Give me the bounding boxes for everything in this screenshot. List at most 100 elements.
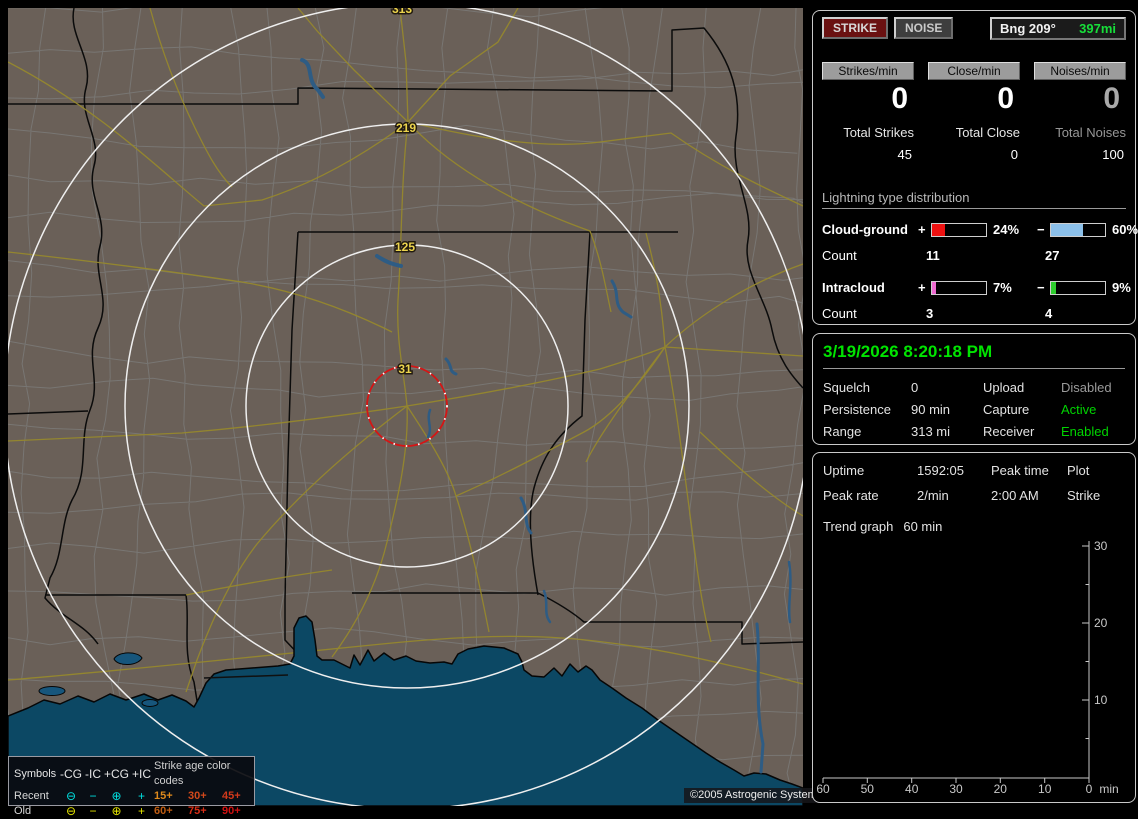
- persistence-label: Persistence: [823, 402, 891, 417]
- count-label: Count: [822, 306, 857, 321]
- negative-cg-count: 27: [1045, 248, 1060, 263]
- svg-text:50: 50: [861, 782, 875, 796]
- ring-label: 125: [395, 240, 415, 254]
- total-noises-value: 100: [1102, 147, 1124, 162]
- positive-ic-bar: [931, 280, 987, 295]
- legend-col-neg-cg: -CG: [60, 766, 82, 781]
- total-strikes-value: 45: [897, 147, 912, 162]
- bearing-value: Bng 209°: [1000, 21, 1056, 36]
- total-close-value: 0: [1010, 147, 1018, 162]
- minus-icon: −: [1037, 280, 1045, 295]
- minus-icon: −: [1037, 222, 1045, 237]
- legend-row-recent: Recent: [14, 790, 49, 802]
- svg-text:60: 60: [816, 782, 830, 796]
- legend-age-header: Strike age color codes: [154, 760, 231, 787]
- svg-text:20: 20: [1094, 616, 1108, 630]
- counter-column-noises: Noises/min 0 Total Noises 100: [1034, 62, 1126, 162]
- capture-status: Active: [1061, 402, 1097, 417]
- receiver-label: Receiver: [983, 424, 1035, 439]
- svg-text:30: 30: [1094, 539, 1108, 553]
- bar-fill: [932, 223, 945, 236]
- ring-label: 313: [392, 8, 412, 16]
- total-noises-label: Total Noises: [1055, 125, 1126, 140]
- close-per-min-button[interactable]: Close/min: [928, 62, 1020, 80]
- bar-fill: [1051, 223, 1084, 236]
- svg-text:10: 10: [1094, 693, 1108, 707]
- trend-graph: 60 50 40 30 20 10 0 min 30 20 10: [816, 539, 1118, 796]
- strike-toggle-button[interactable]: STRIKE: [822, 17, 889, 39]
- squelch-label: Squelch: [823, 380, 870, 395]
- age-code: 15+: [154, 790, 173, 802]
- bearing-readout[interactable]: Bng 209° 397mi: [990, 17, 1126, 40]
- panel-trend: Uptime 1592:05 Peak time Plot Peak rate …: [812, 452, 1136, 803]
- map[interactable]: 313 219 125 31 Symbols -CG -IC +CG +IC S…: [8, 8, 829, 818]
- distribution-label: Intracloud: [822, 280, 885, 295]
- strikes-per-min-button[interactable]: Strikes/min: [822, 62, 914, 80]
- range-value: 313 mi: [911, 424, 951, 439]
- map-legend: Symbols -CG -IC +CG +IC Strike age color…: [8, 756, 255, 818]
- map-canvas: 313 219 125 31: [8, 8, 803, 806]
- ring-label: 31: [398, 362, 412, 376]
- total-close-label: Total Close: [955, 125, 1020, 140]
- range-label: Range: [823, 424, 862, 439]
- bar-fill: [1051, 281, 1056, 294]
- plus-icon: +: [918, 222, 926, 237]
- svg-text:min: min: [1099, 782, 1118, 796]
- distribution-row-intracloud: Intracloud + 7% − 9%: [822, 280, 1131, 295]
- legend-col-neg-ic: -IC: [85, 766, 101, 781]
- minus-icon: −: [89, 789, 97, 803]
- bearing-distance: 397mi: [1079, 21, 1116, 36]
- positive-cg-count: 11: [926, 248, 940, 263]
- noises-per-min-button[interactable]: Noises/min: [1034, 62, 1126, 80]
- negative-ic-bar: [1050, 280, 1106, 295]
- negative-cg-percent: 60%: [1112, 222, 1138, 237]
- legend-symbols-header: Symbols: [14, 767, 57, 780]
- noises-per-min-value: 0: [1103, 82, 1120, 115]
- trend-y-tick-labels: 30 20 10: [1094, 539, 1108, 707]
- plus-icon: +: [137, 789, 145, 803]
- svg-text:10: 10: [1038, 782, 1052, 796]
- distribution-count-row: Count 3 4: [822, 306, 1126, 321]
- copyright-notice: ©2005 Astrogenic Systems: [684, 788, 829, 803]
- upload-status: Disabled: [1061, 380, 1112, 395]
- counter-column-strikes: Strikes/min 0 Total Strikes 45: [822, 62, 914, 162]
- distribution-count-row: Count 11 27: [822, 248, 1126, 263]
- distribution-label: Cloud-ground: [822, 222, 908, 237]
- capture-label: Capture: [983, 402, 1030, 417]
- svg-text:30: 30: [949, 782, 963, 796]
- strikes-per-min-value: 0: [891, 82, 908, 115]
- legend-col-pos-cg: +CG: [104, 766, 130, 781]
- positive-cg-percent: 24%: [993, 222, 1020, 237]
- trend-x-tick-labels: 60 50 40 30 20 10 0 min: [816, 782, 1118, 796]
- positive-ic-percent: 7%: [993, 280, 1012, 295]
- upload-label: Upload: [983, 380, 1025, 395]
- close-per-min-value: 0: [997, 82, 1014, 115]
- bar-fill: [932, 281, 936, 294]
- panel-status: 3/19/2026 8:20:18 PM Squelch 0 Upload Di…: [812, 333, 1136, 445]
- positive-cg-bar: [931, 222, 987, 237]
- counter-column-close: Close/min 0 Total Close 0: [928, 62, 1020, 162]
- noise-toggle-button[interactable]: NOISE: [894, 17, 954, 39]
- circle-minus-icon: ⊖: [65, 789, 77, 803]
- panel-counters: STRIKE NOISE Bng 209° 397mi Strikes/min …: [812, 10, 1138, 325]
- plus-icon: +: [918, 280, 926, 295]
- count-label: Count: [822, 248, 857, 263]
- ring-label: 219: [396, 121, 416, 135]
- negative-cg-bar: [1050, 222, 1106, 237]
- circle-plus-icon: ⊕: [111, 789, 122, 803]
- svg-text:40: 40: [905, 782, 919, 796]
- squelch-value: 0: [911, 380, 919, 395]
- age-code: 45+: [222, 790, 241, 802]
- svg-text:20: 20: [994, 782, 1008, 796]
- legend-col-pos-ic: +IC: [131, 766, 151, 781]
- distribution-row-cloud-ground: Cloud-ground + 24% − 60%: [822, 222, 1138, 237]
- distribution-title: Lightning type distribution: [822, 190, 1126, 209]
- datetime-display: 3/19/2026 8:20:18 PM: [823, 342, 1125, 369]
- receiver-status: Enabled: [1061, 424, 1109, 439]
- negative-ic-count: 4: [1045, 306, 1053, 321]
- positive-ic-count: 3: [926, 306, 934, 321]
- svg-text:0: 0: [1086, 782, 1093, 796]
- total-strikes-label: Total Strikes: [843, 125, 914, 140]
- trend-axes: [822, 541, 1090, 783]
- persistence-value: 90 min: [911, 402, 951, 417]
